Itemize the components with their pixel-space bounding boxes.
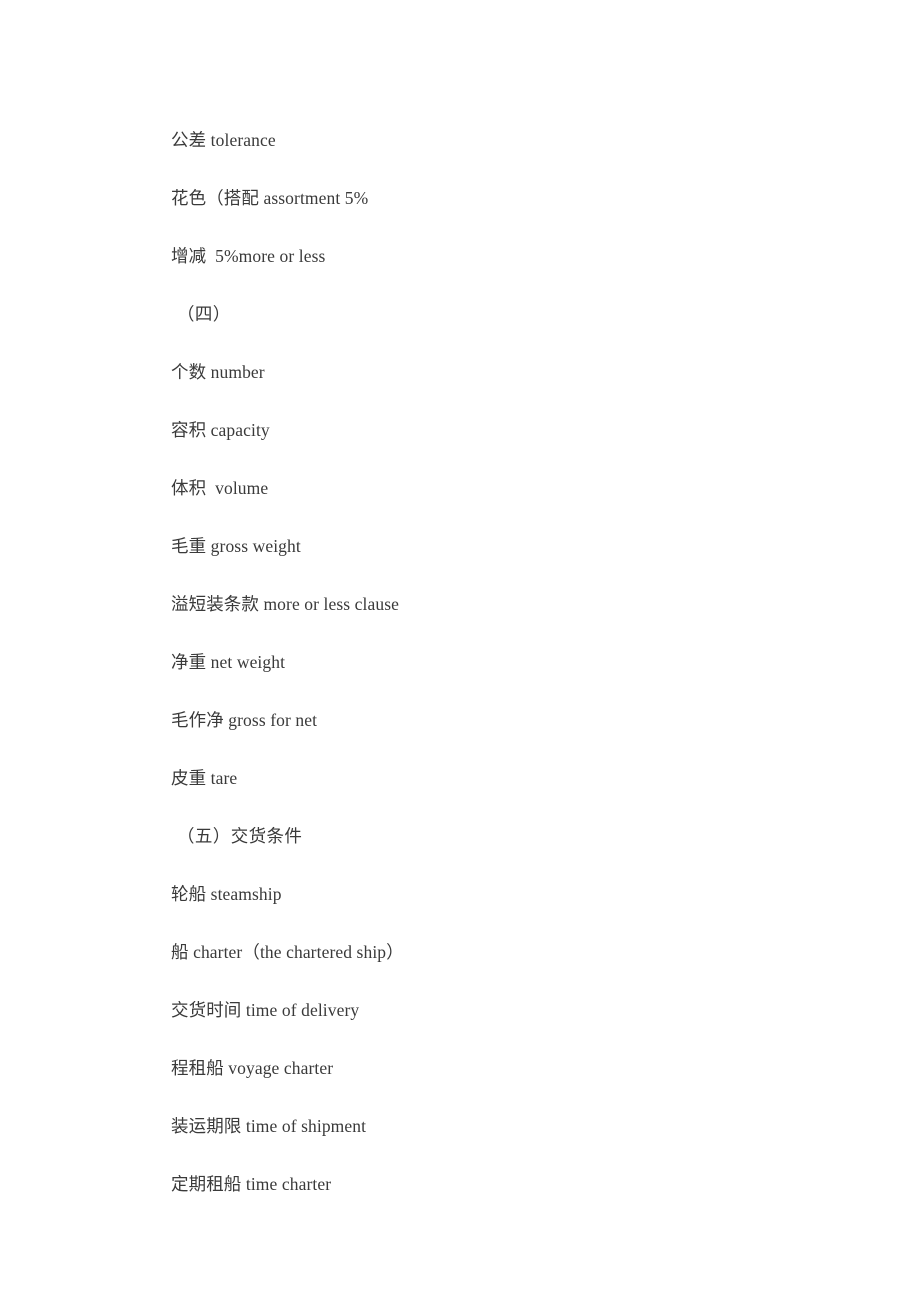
glossary-line: 轮船 steamship	[171, 884, 282, 904]
section-heading: （五）交货条件	[177, 826, 303, 846]
glossary-line: 公差 tolerance	[171, 130, 276, 150]
glossary-line: 皮重 tare	[171, 768, 238, 788]
glossary-line: 定期租船 time charter	[171, 1174, 332, 1194]
glossary-line: 毛重 gross weight	[171, 536, 301, 556]
section-heading: （四）	[177, 304, 231, 324]
document-page: 公差 tolerance 花色（搭配 assortment 5% 增减 5%more…	[0, 0, 920, 1302]
glossary-line: 增减 5%more or less	[171, 246, 326, 266]
glossary-line: 个数 number	[171, 362, 265, 382]
document-text-body: 公差 tolerance 花色（搭配 assortment 5% 增减 5%more…	[0, 0, 920, 1213]
glossary-line: 净重 net weight	[171, 652, 286, 672]
glossary-line: 容积 capacity	[171, 420, 270, 440]
glossary-line: 体积 volume	[171, 478, 269, 498]
glossary-line: 毛作净 gross for net	[171, 710, 318, 730]
glossary-line: 程租船 voyage charter	[171, 1058, 334, 1078]
glossary-line: 交货时间 time of delivery	[171, 1000, 360, 1020]
glossary-line: 溢短装条款 more or less clause	[171, 594, 400, 614]
glossary-line: 花色（搭配 assortment 5%	[171, 188, 369, 208]
glossary-line: 船 charter（the chartered ship）	[171, 942, 404, 962]
glossary-line: 装运期限 time of shipment	[171, 1116, 367, 1136]
